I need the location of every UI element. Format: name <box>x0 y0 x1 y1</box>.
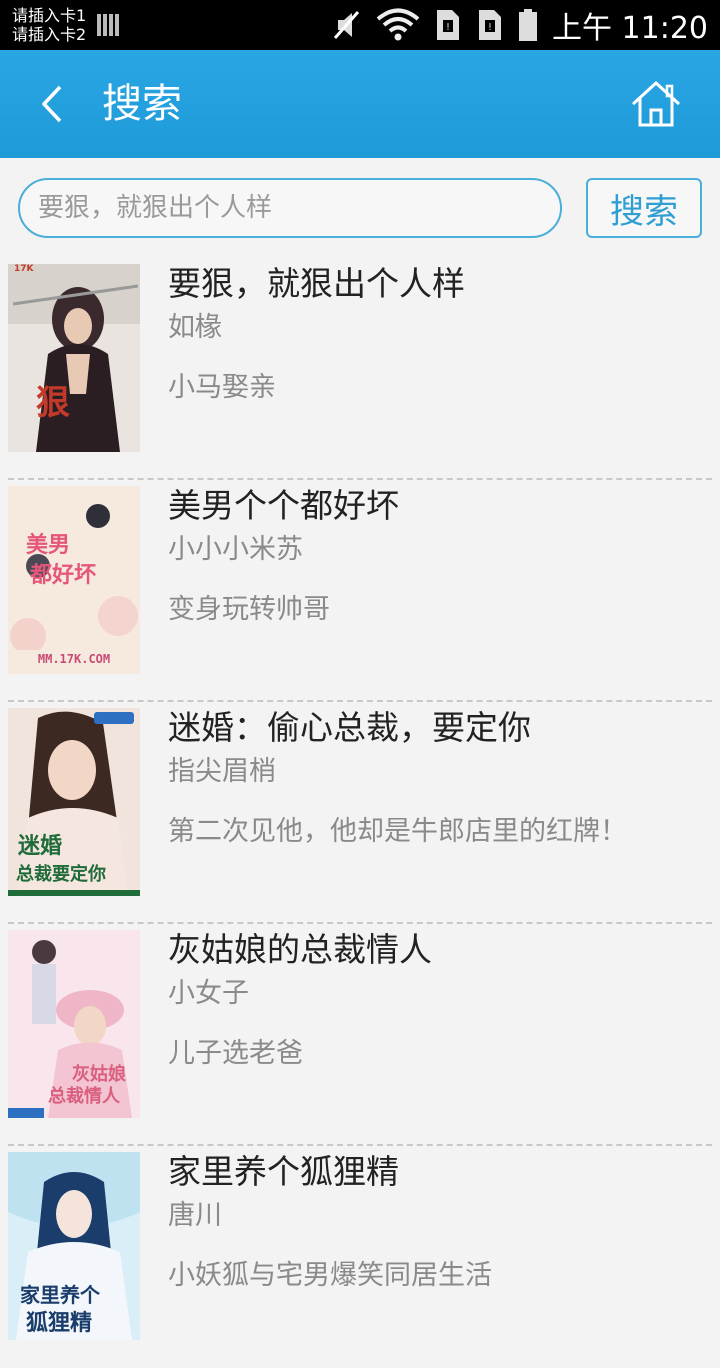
svg-text:!: ! <box>446 22 450 33</box>
search-bar: 搜索 <box>0 158 720 258</box>
book-list-item[interactable]: 灰姑娘 总裁情人 灰姑娘的总裁情人 小女子 儿子选老爸 <box>0 924 720 1146</box>
svg-text:灰姑娘: 灰姑娘 <box>72 1063 126 1085</box>
sim-card-1-icon: ! <box>437 10 459 40</box>
book-title: 灰姑娘的总裁情人 <box>168 930 432 969</box>
book-description: 小马娶亲 <box>168 372 276 403</box>
sim1-label: 请插入卡1 <box>12 6 87 25</box>
book-cover: 家里养个 狐狸精 <box>8 1152 140 1340</box>
book-cover: 迷婚 总裁要定你 <box>8 708 140 896</box>
book-list-item[interactable]: 美男 都好坏 MM.17K.COM 美男个个都好坏 小小小米苏 变身玩转帅哥 <box>0 480 720 702</box>
svg-text:狐狸精: 狐狸精 <box>26 1310 92 1336</box>
book-list-item[interactable]: 家里养个 狐狸精 家里养个狐狸精 唐川 小妖狐与宅男爆笑同居生活 <box>0 1146 720 1368</box>
book-author: 指尖眉梢 <box>168 756 276 787</box>
svg-text:17K: 17K <box>14 264 35 274</box>
svg-text:MM.17K.COM: MM.17K.COM <box>38 652 110 666</box>
svg-text:!: ! <box>488 22 492 33</box>
app-bar: 搜索 <box>0 50 720 158</box>
book-title: 美男个个都好坏 <box>168 486 399 525</box>
book-title: 迷婚：偷心总裁，要定你 <box>168 708 531 747</box>
book-author: 小女子 <box>168 978 249 1009</box>
svg-text:家里养个: 家里养个 <box>20 1283 101 1307</box>
book-author: 如椽 <box>168 312 222 343</box>
sim-status: 请插入卡1 请插入卡2 <box>12 6 86 44</box>
book-list: 狠 17K 要狠，就狠出个人样 如椽 小马娶亲 美男 都好坏 MM.17K.CO… <box>0 258 720 1368</box>
chevron-left-icon <box>42 85 62 123</box>
book-author: 小小小米苏 <box>168 534 303 565</box>
book-cover: 狠 17K <box>8 264 140 452</box>
svg-text:迷婚: 迷婚 <box>17 833 62 859</box>
status-bar: 请插入卡1 请插入卡2 ! ! 上午 11:20 <box>0 0 720 50</box>
search-input[interactable] <box>18 178 562 238</box>
clock: 上午 11:20 <box>552 11 708 46</box>
book-title: 家里养个狐狸精 <box>168 1152 399 1191</box>
back-button[interactable] <box>28 80 76 128</box>
status-icons: ! ! 上午 11:20 <box>332 0 708 50</box>
svg-text:狠: 狠 <box>36 383 70 423</box>
sim2-label: 请插入卡2 <box>12 25 87 44</box>
svg-text:总裁情人: 总裁情人 <box>48 1085 121 1107</box>
home-button[interactable] <box>626 76 686 132</box>
svg-text:美男: 美男 <box>26 532 70 558</box>
book-list-item[interactable]: 迷婚 总裁要定你 迷婚：偷心总裁，要定你 指尖眉梢 第二次见他，他却是牛郎店里的… <box>0 702 720 924</box>
mute-icon <box>333 11 360 39</box>
book-list-item[interactable]: 狠 17K 要狠，就狠出个人样 如椽 小马娶亲 <box>0 258 720 480</box>
book-cover: 美男 都好坏 MM.17K.COM <box>8 486 140 674</box>
book-description: 儿子选老爸 <box>168 1038 303 1069</box>
wifi-icon <box>376 8 420 41</box>
search-button[interactable]: 搜索 <box>586 178 702 238</box>
book-title: 要狠，就狠出个人样 <box>168 264 465 303</box>
battery-icon <box>519 9 537 41</box>
book-description: 第二次见他，他却是牛郎店里的红牌！ <box>168 816 627 847</box>
page-title: 搜索 <box>102 81 182 127</box>
book-cover: 灰姑娘 总裁情人 <box>8 930 140 1118</box>
signal-bars-icon <box>97 14 119 36</box>
svg-text:都好坏: 都好坏 <box>29 562 96 588</box>
home-icon <box>631 81 681 127</box>
book-author: 唐川 <box>168 1200 222 1231</box>
sim-card-2-icon: ! <box>479 10 501 40</box>
svg-text:总裁要定你: 总裁要定你 <box>16 863 106 885</box>
book-description: 变身玩转帅哥 <box>168 594 330 625</box>
book-description: 小妖狐与宅男爆笑同居生活 <box>168 1260 492 1291</box>
